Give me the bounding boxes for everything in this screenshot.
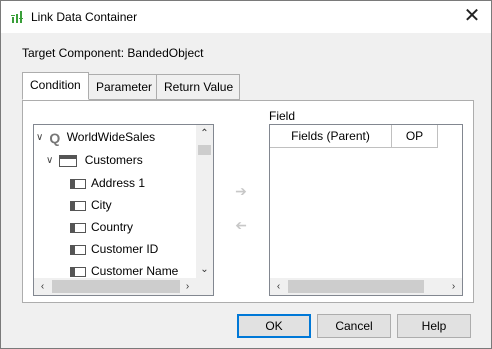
resource-tree[interactable]: ∨ Q WorldWideSales ∨ Customers Address 1… (33, 124, 214, 296)
tree-item-label: City (91, 198, 112, 212)
scroll-down-icon[interactable]: ⌄ (196, 261, 213, 278)
tab-parameter[interactable]: Parameter (88, 74, 158, 100)
remove-field-arrow-icon[interactable]: ➔ (232, 217, 250, 233)
app-icon (11, 11, 23, 23)
column-icon (70, 178, 86, 189)
target-component-label: Target Component: (22, 46, 125, 60)
tree-item-label: Address 1 (91, 176, 146, 190)
cancel-button[interactable]: Cancel (317, 314, 391, 338)
target-component: Target Component: BandedObject (22, 46, 203, 60)
grid-horizontal-scrollbar[interactable]: ‹ › (270, 278, 462, 295)
tree-item-label: Customers (84, 153, 143, 167)
tree-item-column[interactable]: Address 1 (70, 173, 145, 193)
title-bar: Link Data Container ✕ (1, 1, 491, 33)
scroll-up-icon[interactable]: ⌃ (196, 125, 213, 142)
column-icon (70, 266, 86, 277)
link-data-container-dialog: Link Data Container ✕ Target Component: … (0, 0, 492, 349)
help-button[interactable]: Help (397, 314, 471, 338)
tree-item-column[interactable]: City (70, 195, 112, 215)
tab-return-value[interactable]: Return Value (156, 74, 240, 100)
field-grid[interactable]: Fields (Parent) OP ‹ › (269, 124, 463, 296)
scroll-thumb[interactable] (288, 280, 424, 293)
tree-item-label: Country (91, 220, 134, 234)
tree-item-worldwidesales[interactable]: ∨ Q WorldWideSales (36, 127, 155, 147)
tree-item-column[interactable]: Country (70, 217, 133, 237)
scroll-thumb[interactable] (52, 280, 180, 293)
column-icon (70, 200, 86, 211)
query-icon: Q (49, 129, 61, 146)
scrollbar-corner (196, 278, 213, 295)
column-header-op[interactable]: OP (392, 125, 438, 148)
ok-button[interactable]: OK (237, 314, 311, 338)
add-field-arrow-icon[interactable]: ➔ (232, 183, 250, 199)
tree-item-label: Customer ID (91, 242, 159, 256)
tree-vertical-scrollbar[interactable]: ⌃ ⌄ (196, 125, 213, 278)
tab-condition[interactable]: Condition (22, 72, 89, 100)
field-label: Field (269, 109, 296, 123)
target-component-value: BandedObject (127, 46, 204, 60)
scroll-left-icon[interactable]: ‹ (270, 278, 287, 295)
tree-horizontal-scrollbar[interactable]: ‹ › (34, 278, 196, 295)
tree-item-column[interactable]: Customer ID (70, 239, 158, 259)
column-header-fields-parent[interactable]: Fields (Parent) (270, 125, 392, 148)
column-icon (70, 244, 86, 255)
chevron-down-icon[interactable]: ∨ (46, 151, 56, 171)
scroll-right-icon[interactable]: › (445, 278, 462, 295)
condition-panel: ∨ Q WorldWideSales ∨ Customers Address 1… (22, 100, 474, 303)
close-icon[interactable]: ✕ (461, 6, 483, 28)
window-title: Link Data Container (31, 10, 138, 24)
tree-item-label: WorldWideSales (66, 130, 156, 144)
column-icon (70, 222, 86, 233)
scroll-left-icon[interactable]: ‹ (34, 278, 51, 295)
tree-item-label: Customer Name (91, 264, 179, 278)
scroll-thumb[interactable] (198, 145, 211, 155)
table-icon (59, 154, 78, 167)
chevron-down-icon[interactable]: ∨ (36, 128, 46, 148)
scroll-right-icon[interactable]: › (179, 278, 196, 295)
tree-item-customers[interactable]: ∨ Customers (46, 150, 143, 170)
